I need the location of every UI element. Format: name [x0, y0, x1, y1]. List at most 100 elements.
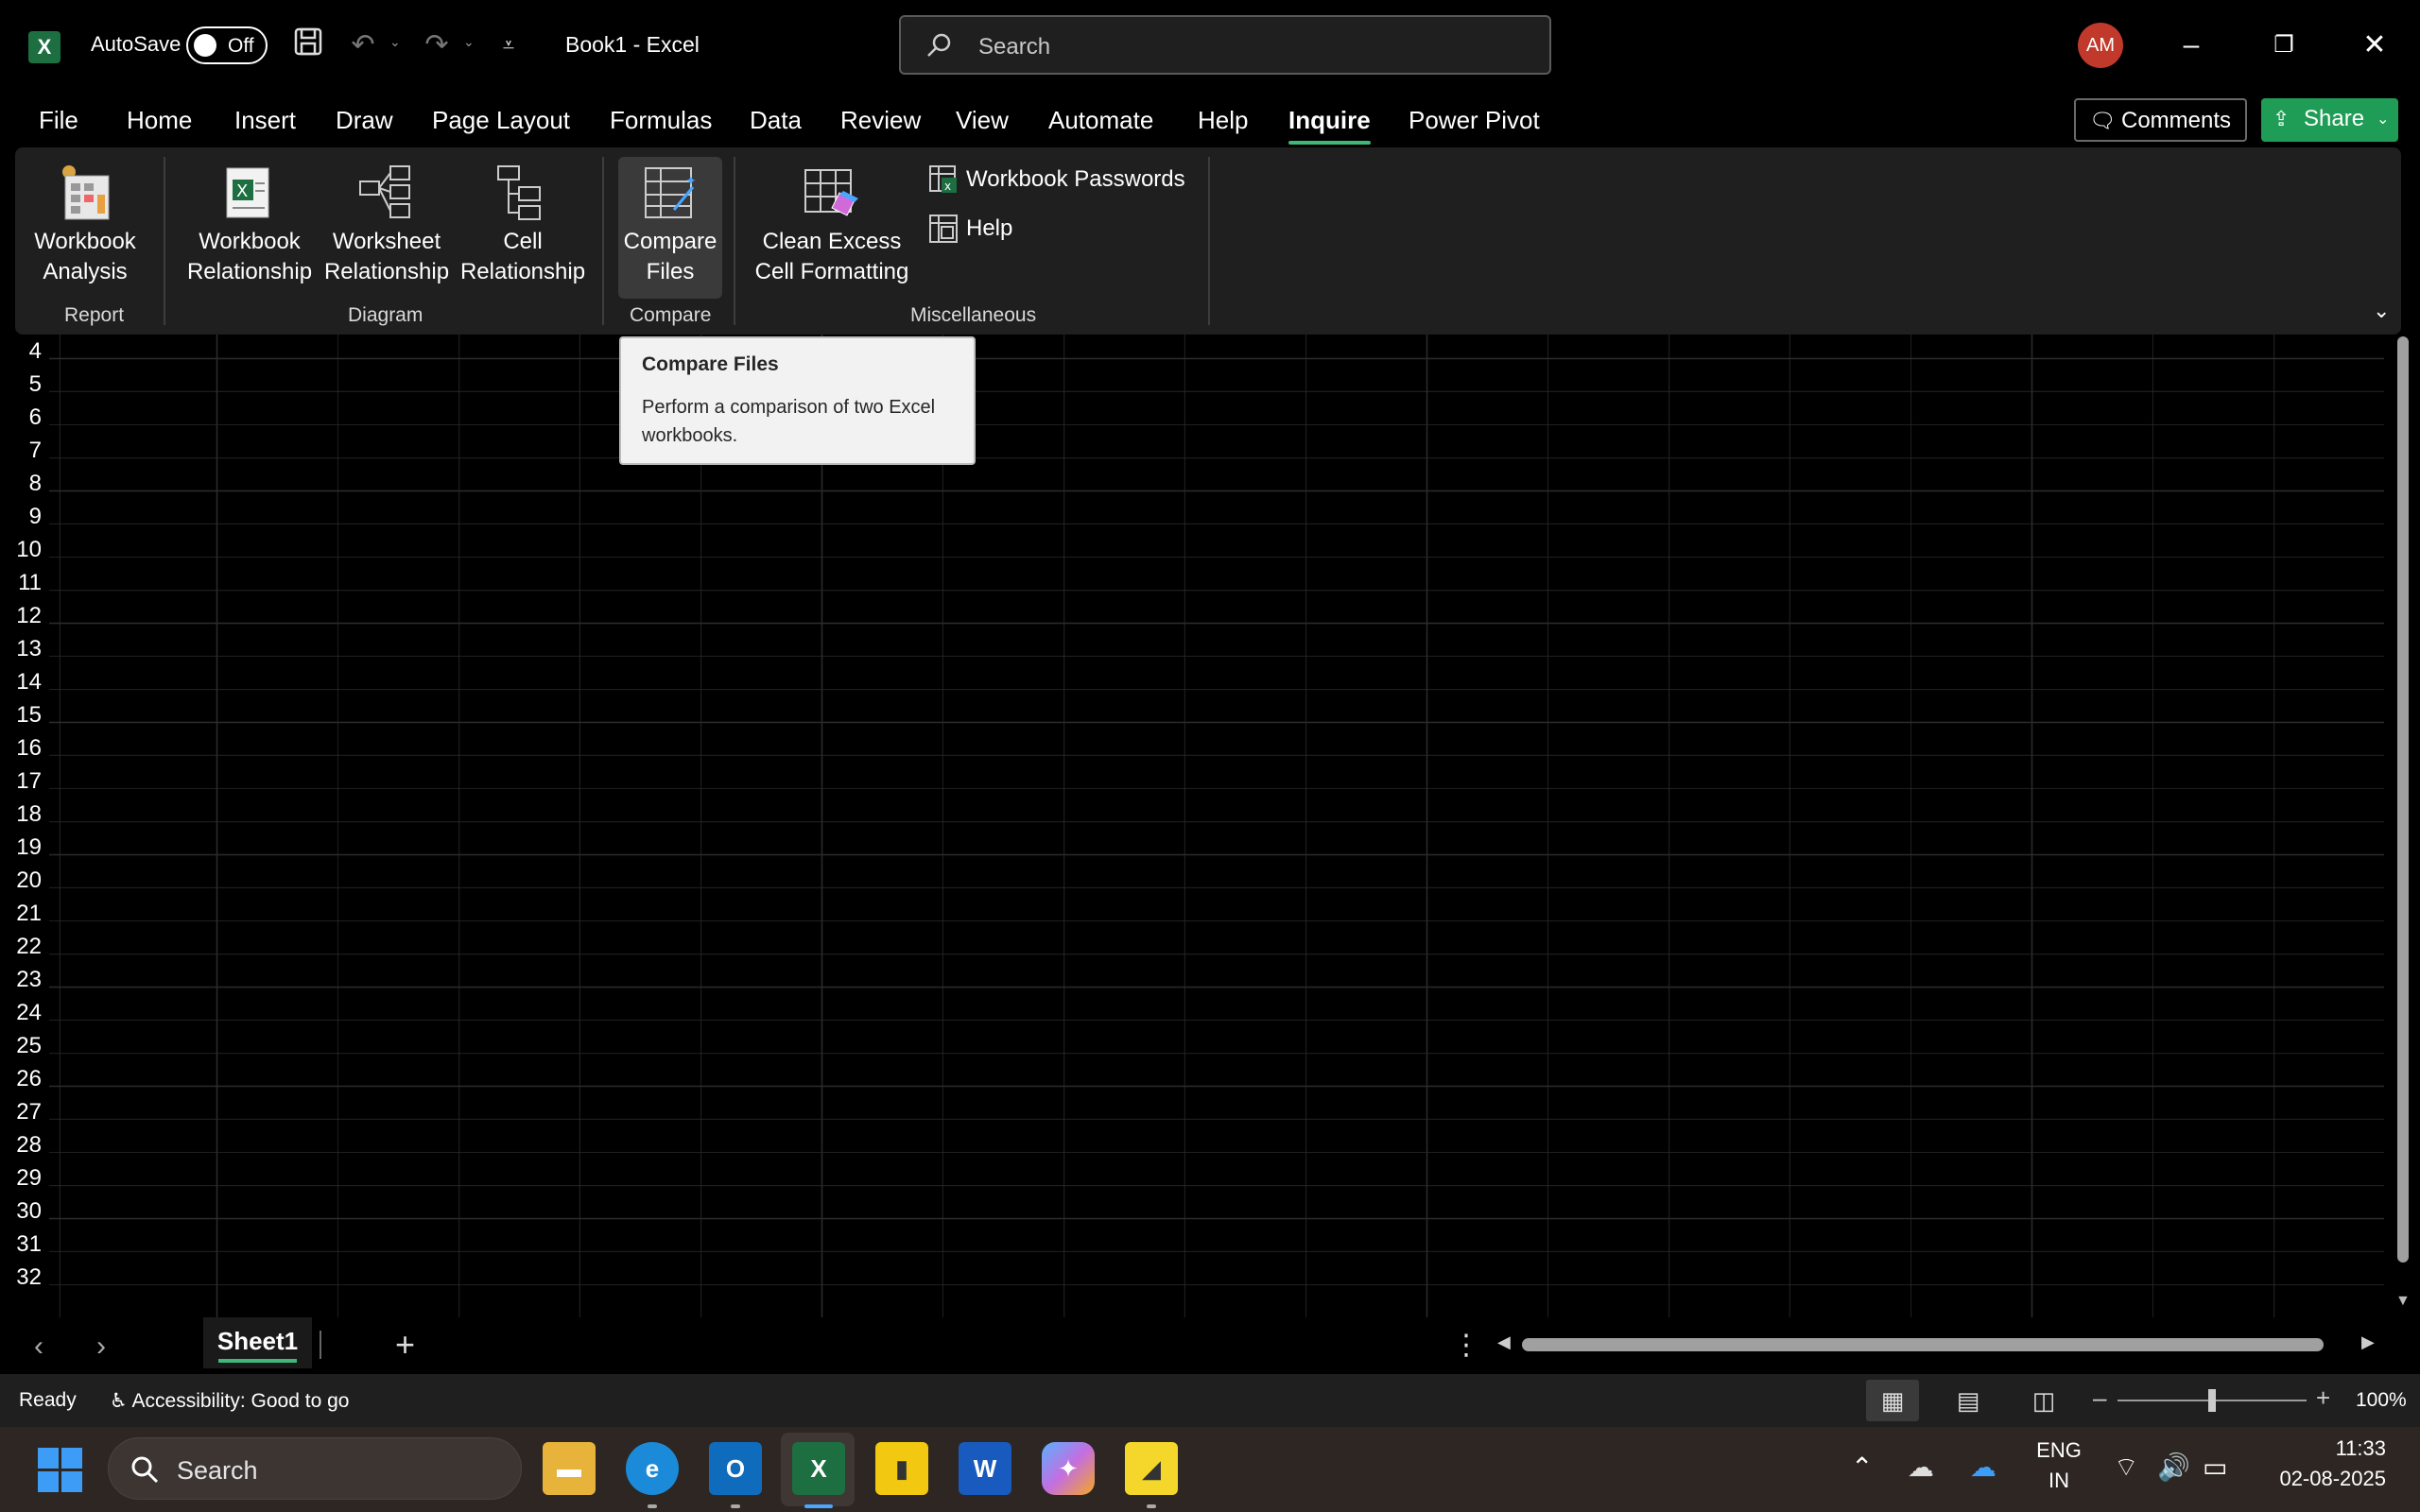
- chevron-down-icon[interactable]: ⌄: [2377, 110, 2389, 129]
- next-sheet-icon[interactable]: ›: [96, 1331, 106, 1363]
- clean-excess-formatting-button[interactable]: Clean Excess Cell Formatting: [749, 157, 915, 299]
- accessibility-status[interactable]: ♿ Accessibility: Good to go: [110, 1389, 349, 1413]
- row-number[interactable]: 11: [0, 570, 42, 596]
- zoom-out-icon[interactable]: –: [2093, 1383, 2106, 1413]
- row-number[interactable]: 23: [0, 967, 42, 993]
- row-number[interactable]: 9: [0, 504, 42, 530]
- row-number[interactable]: 6: [0, 404, 42, 431]
- row-number[interactable]: 20: [0, 868, 42, 894]
- tab-draw[interactable]: Draw: [336, 106, 393, 135]
- row-number[interactable]: 26: [0, 1066, 42, 1092]
- row-number[interactable]: 32: [0, 1264, 42, 1291]
- tab-home[interactable]: Home: [127, 106, 192, 135]
- tab-power-pivot[interactable]: Power Pivot: [1409, 106, 1540, 135]
- onedrive-personal-icon[interactable]: ☁: [1908, 1452, 1934, 1483]
- prev-sheet-icon[interactable]: ‹: [34, 1331, 43, 1363]
- share-button[interactable]: ⇪ Share ⌄: [2261, 98, 2398, 142]
- row-number[interactable]: 7: [0, 438, 42, 464]
- row-number[interactable]: 31: [0, 1231, 42, 1258]
- row-number[interactable]: 25: [0, 1033, 42, 1059]
- page-layout-view-icon[interactable]: ▤: [1942, 1380, 1995, 1421]
- edge-icon[interactable]: e: [626, 1442, 679, 1495]
- zoom-in-icon[interactable]: +: [2316, 1383, 2330, 1413]
- language-indicator[interactable]: ENG IN: [2032, 1438, 2085, 1493]
- row-number[interactable]: 5: [0, 371, 42, 398]
- volume-icon[interactable]: 🔊: [2157, 1452, 2190, 1483]
- customize-qat-icon[interactable]: ⩡: [490, 26, 527, 64]
- power-bi-icon[interactable]: ▮: [875, 1442, 928, 1495]
- row-number[interactable]: 19: [0, 834, 42, 861]
- sticky-notes-icon[interactable]: ◢: [1125, 1442, 1178, 1495]
- row-number[interactable]: 27: [0, 1099, 42, 1125]
- restore-icon[interactable]: ❐: [2259, 21, 2308, 70]
- row-number[interactable]: 18: [0, 801, 42, 828]
- cell-grid[interactable]: [49, 335, 2384, 1317]
- scroll-right-icon[interactable]: ▶: [2361, 1332, 2375, 1352]
- horizontal-scrollbar[interactable]: ◀ ▶: [1494, 1331, 2378, 1359]
- row-number[interactable]: 15: [0, 702, 42, 729]
- redo-dropdown-icon[interactable]: ⌄: [463, 34, 475, 50]
- row-number[interactable]: 12: [0, 603, 42, 629]
- collapse-ribbon-icon[interactable]: ⌄: [2373, 299, 2390, 323]
- row-number[interactable]: 24: [0, 1000, 42, 1026]
- compare-files-button[interactable]: ✦ Compare Files: [618, 157, 722, 299]
- copilot-icon[interactable]: ✦: [1042, 1442, 1095, 1495]
- row-number[interactable]: 22: [0, 934, 42, 960]
- row-number[interactable]: 16: [0, 735, 42, 762]
- row-number[interactable]: 8: [0, 471, 42, 497]
- horizontal-scroll-thumb[interactable]: [1522, 1338, 2324, 1351]
- battery-icon[interactable]: ▭: [2203, 1452, 2227, 1483]
- windows-start-icon[interactable]: [38, 1448, 83, 1493]
- tab-inquire[interactable]: Inquire: [1288, 106, 1371, 145]
- excel-icon[interactable]: X: [792, 1442, 845, 1495]
- vertical-scroll-thumb[interactable]: [2397, 336, 2409, 1263]
- show-hidden-icons-icon[interactable]: ⌃: [1851, 1452, 1873, 1483]
- add-sheet-icon[interactable]: +: [395, 1325, 415, 1365]
- save-icon[interactable]: [289, 26, 327, 64]
- tab-automate[interactable]: Automate: [1048, 106, 1153, 135]
- tab-view[interactable]: View: [956, 106, 1009, 135]
- wifi-icon[interactable]: ⌔: [2114, 1452, 2138, 1485]
- tab-formulas[interactable]: Formulas: [610, 106, 712, 135]
- normal-view-icon[interactable]: ▦: [1866, 1380, 1919, 1421]
- autosave-toggle[interactable]: Off: [186, 26, 268, 64]
- undo-icon[interactable]: ↶: [344, 26, 382, 64]
- row-number[interactable]: 21: [0, 901, 42, 927]
- clock[interactable]: 11:33 02-08-2025: [2263, 1436, 2386, 1491]
- worksheet-grid[interactable]: 4 5 6 7 8 9 10 11 12 13 14 15 16 17 18 19 20 21 22 23 24 25 26…: [0, 335, 2420, 1317]
- taskbar-search-input[interactable]: Search: [108, 1437, 522, 1500]
- page-break-preview-icon[interactable]: ◫: [2017, 1380, 2070, 1421]
- scroll-left-icon[interactable]: ◀: [1497, 1332, 1511, 1352]
- workbook-relationship-button[interactable]: X Workbook Relationship: [182, 157, 318, 299]
- tab-review[interactable]: Review: [840, 106, 921, 135]
- word-icon[interactable]: W: [959, 1442, 1011, 1495]
- tab-insert[interactable]: Insert: [234, 106, 296, 135]
- scroll-down-icon[interactable]: ▼: [2395, 1293, 2411, 1310]
- outlook-icon[interactable]: O: [709, 1442, 762, 1495]
- search-input[interactable]: Search: [899, 15, 1551, 75]
- close-icon[interactable]: ✕: [2350, 21, 2399, 70]
- more-options-icon[interactable]: ⋮: [1452, 1329, 1480, 1362]
- undo-dropdown-icon[interactable]: ⌄: [389, 34, 401, 50]
- redo-icon[interactable]: ↷: [418, 26, 456, 64]
- tab-data[interactable]: Data: [750, 106, 802, 135]
- vertical-scrollbar[interactable]: ▼: [2392, 335, 2414, 1317]
- row-number[interactable]: 17: [0, 768, 42, 795]
- comments-button[interactable]: 🗨 Comments: [2074, 98, 2247, 142]
- tab-page-layout[interactable]: Page Layout: [432, 106, 570, 135]
- row-number[interactable]: 14: [0, 669, 42, 696]
- row-number[interactable]: 10: [0, 537, 42, 563]
- row-number[interactable]: 13: [0, 636, 42, 662]
- tab-file[interactable]: File: [39, 106, 78, 135]
- cell-relationship-button[interactable]: Cell Relationship: [456, 157, 590, 299]
- row-number[interactable]: 29: [0, 1165, 42, 1192]
- minimize-icon[interactable]: –: [2167, 21, 2216, 70]
- row-number[interactable]: 4: [0, 338, 42, 365]
- workbook-analysis-button[interactable]: Workbook Analysis: [26, 157, 144, 299]
- sheet-tab-sheet1[interactable]: Sheet1: [203, 1317, 312, 1368]
- row-number[interactable]: 30: [0, 1198, 42, 1225]
- zoom-slider-thumb[interactable]: [2208, 1389, 2216, 1412]
- file-explorer-icon[interactable]: ▬: [543, 1442, 596, 1495]
- zoom-level[interactable]: 100%: [2356, 1389, 2407, 1412]
- onedrive-business-icon[interactable]: ☁: [1970, 1452, 1996, 1483]
